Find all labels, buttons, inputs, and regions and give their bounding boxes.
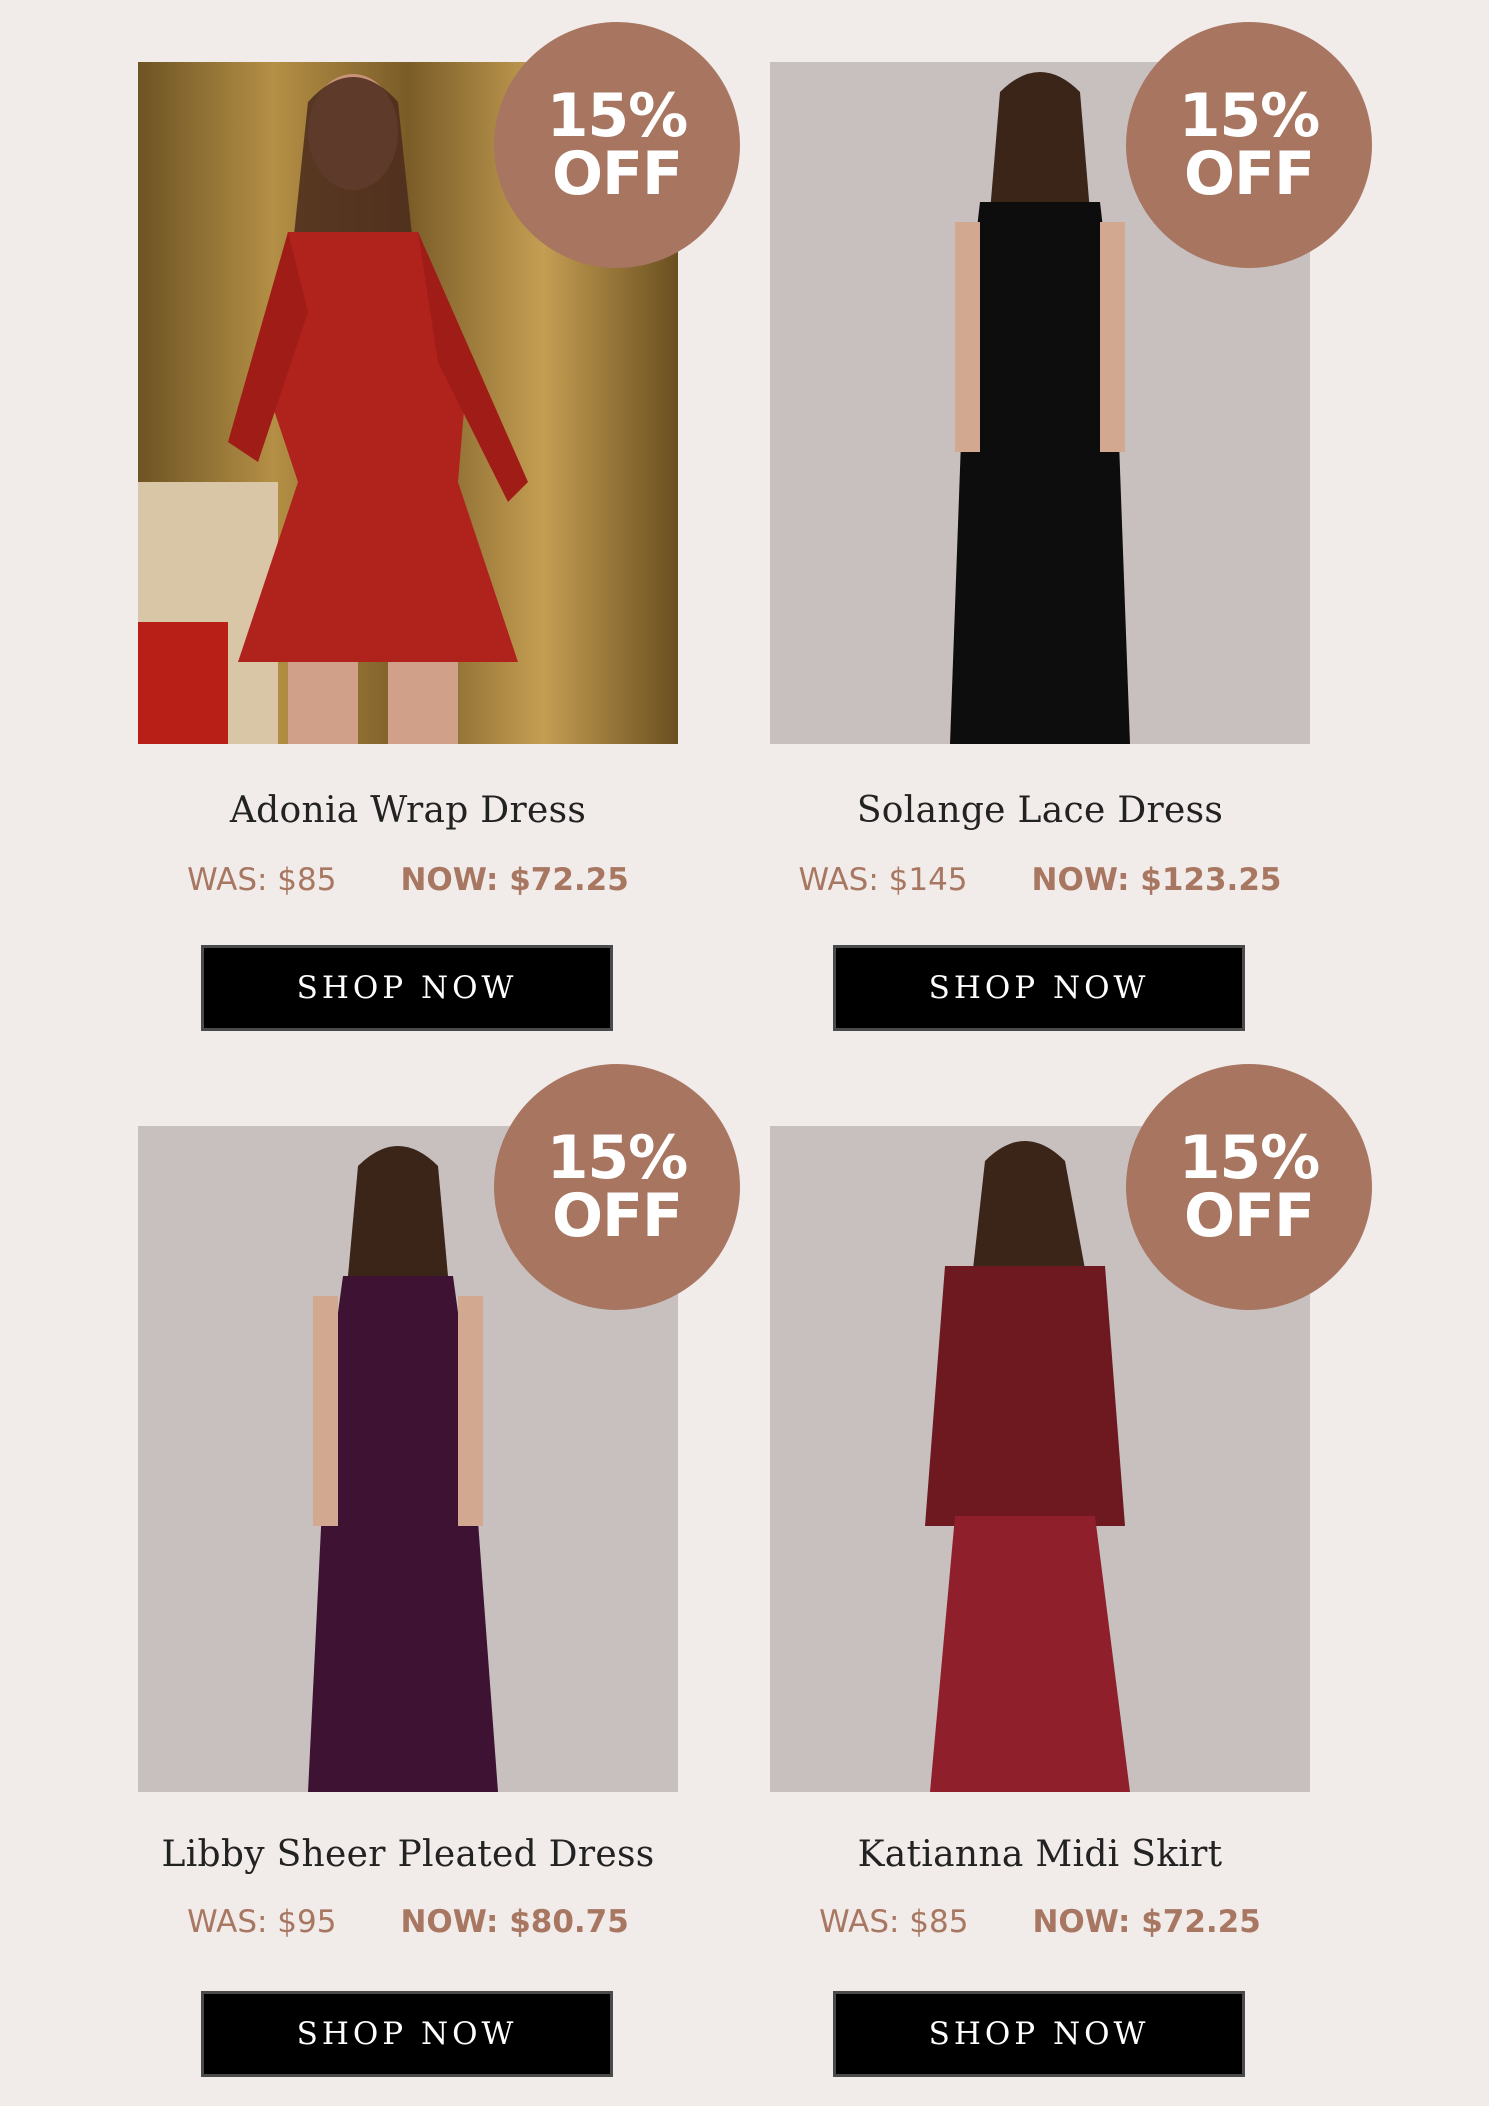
product-card-adonia: 15% OFF Adonia Wrap Dress WAS: $85 NOW: …	[0, 0, 740, 1040]
price-row: WAS: $145 NOW: $123.25	[770, 862, 1310, 898]
page: { "products": [ { "name": "Adonia Wrap D…	[0, 0, 1489, 2106]
product-name[interactable]: Solange Lace Dress	[770, 790, 1310, 831]
shop-now-button[interactable]: SHOP NOW	[833, 945, 1245, 1031]
now-price: NOW: $72.25	[400, 862, 629, 898]
product-name[interactable]: Katianna Midi Skirt	[770, 1834, 1310, 1875]
shop-now-button[interactable]: SHOP NOW	[833, 1991, 1245, 2077]
now-price: NOW: $123.25	[1031, 862, 1282, 898]
price-row: WAS: $85 NOW: $72.25	[138, 862, 678, 898]
now-price: NOW: $80.75	[400, 1904, 629, 1940]
shop-now-button[interactable]: SHOP NOW	[201, 1991, 613, 2077]
product-card-katianna: 15% OFF Katianna Midi Skirt WAS: $85 NOW…	[632, 1062, 1372, 2106]
badge-percent: 15%	[1178, 1123, 1321, 1193]
was-price: WAS: $145	[798, 862, 968, 898]
badge-off: OFF	[1184, 139, 1315, 209]
price-row: WAS: $95 NOW: $80.75	[138, 1904, 678, 1940]
shop-now-button[interactable]: SHOP NOW	[201, 945, 613, 1031]
now-price: NOW: $72.25	[1032, 1904, 1261, 1940]
product-card-solange: 15% OFF Solange Lace Dress WAS: $145 NOW…	[632, 0, 1372, 1040]
was-price: WAS: $95	[187, 1904, 337, 1940]
discount-badge: 15% OFF	[1126, 22, 1372, 268]
product-card-libby: 15% OFF Libby Sheer Pleated Dress WAS: $…	[0, 1062, 740, 2106]
badge-off: OFF	[1184, 1181, 1315, 1251]
product-name[interactable]: Libby Sheer Pleated Dress	[138, 1834, 678, 1875]
badge-percent: 15%	[1178, 81, 1321, 151]
product-name[interactable]: Adonia Wrap Dress	[138, 790, 678, 831]
was-price: WAS: $85	[819, 1904, 969, 1940]
was-price: WAS: $85	[187, 862, 337, 898]
price-row: WAS: $85 NOW: $72.25	[770, 1904, 1310, 1940]
discount-badge: 15% OFF	[1126, 1064, 1372, 1310]
